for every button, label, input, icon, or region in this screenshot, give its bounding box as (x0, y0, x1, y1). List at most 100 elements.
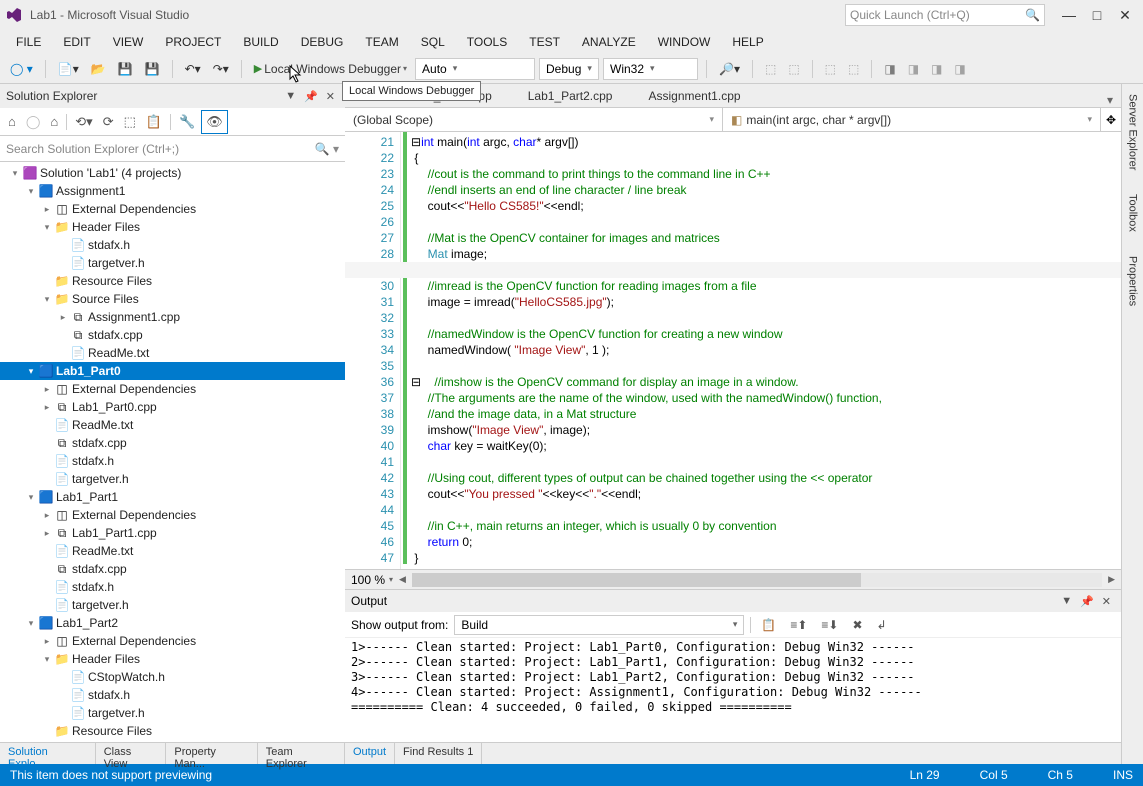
new-project-button[interactable]: 📄▾ (54, 60, 83, 78)
tree-item[interactable]: ▾📁Header Files (0, 218, 345, 236)
tree-root[interactable]: ▾🟪Solution 'Lab1' (4 projects) (0, 164, 345, 182)
tab-team-explorer[interactable]: Team Explorer (258, 743, 345, 764)
solution-search-input[interactable]: Search Solution Explorer (Ctrl+;) 🔍 ▾ (0, 136, 345, 162)
solution-tree[interactable]: ▾🟪Solution 'Lab1' (4 projects)▾🟦Assignme… (0, 162, 345, 764)
forward-icon[interactable]: ◯ (22, 111, 45, 133)
tab-overflow-icon[interactable]: ▾ (1099, 93, 1121, 107)
scroll-left-icon[interactable]: ◀ (399, 574, 406, 585)
tab-assignment1[interactable]: Assignment1.cpp (630, 85, 758, 107)
output-dropdown-icon[interactable]: ▼ (1057, 595, 1076, 607)
tree-item[interactable]: ▾📁Source Files (0, 290, 345, 308)
undo-button[interactable]: ↶▾ (181, 60, 205, 78)
save-button[interactable]: 💾 (114, 60, 137, 78)
scope-left[interactable]: (Global Scope)▾ (345, 108, 723, 131)
menu-edit[interactable]: EDIT (53, 32, 100, 52)
tree-item[interactable]: 📄ReadMe.txt (0, 416, 345, 434)
maximize-button[interactable]: □ (1083, 4, 1111, 26)
open-file-button[interactable]: 📂 (87, 60, 110, 78)
split-icon[interactable]: ✥ (1101, 108, 1121, 131)
tree-item[interactable]: ▸⧉Assignment1.cpp (0, 308, 345, 326)
tree-item[interactable]: 📄stdafx.h (0, 236, 345, 254)
tree-item[interactable]: ⧉stdafx.cpp (0, 560, 345, 578)
find-message-button[interactable]: 📋 (757, 618, 780, 632)
tree-item[interactable]: ▾🟦Assignment1 (0, 182, 345, 200)
tree-item[interactable]: ▸◫External Dependencies (0, 380, 345, 398)
tree-item[interactable]: ▾📁Header Files (0, 650, 345, 668)
combo-config[interactable]: Debug▾ (539, 58, 599, 80)
tree-item[interactable]: ▸⧉Lab1_Part1.cpp (0, 524, 345, 542)
start-debugging-button[interactable]: ▶ Local Windows Debugger ▾ (250, 60, 411, 78)
tab-toolbox[interactable]: Toolbox (1127, 190, 1139, 236)
refresh-icon[interactable]: ⟳ (99, 111, 118, 133)
scope-right[interactable]: ◧ main(int argc, char * argv[])▾ (723, 108, 1101, 131)
tab-class-view[interactable]: Class View (96, 743, 167, 764)
tree-item[interactable]: ⧉stdafx.cpp (0, 434, 345, 452)
properties-icon[interactable]: 🔧 (175, 111, 199, 133)
bookmark-next[interactable]: ◨ (927, 60, 946, 78)
sync-icon[interactable]: ⟲▾ (71, 111, 96, 133)
tree-item[interactable]: ▸◫External Dependencies (0, 200, 345, 218)
scroll-right-icon[interactable]: ▶ (1108, 574, 1115, 585)
minimize-button[interactable]: — (1055, 4, 1083, 26)
indent-button[interactable]: ⬚ (784, 60, 803, 78)
tree-item[interactable]: ▾🟦Lab1_Part0 (0, 362, 345, 380)
dropdown-icon[interactable]: ▼ (281, 90, 300, 102)
menu-test[interactable]: TEST (519, 32, 570, 52)
show-all-icon[interactable]: 📋 (142, 111, 166, 133)
browse-button[interactable]: 🔎▾ (715, 60, 744, 78)
tree-item[interactable]: 📄CStopWatch.h (0, 668, 345, 686)
menu-build[interactable]: BUILD (233, 32, 288, 52)
tree-item[interactable]: 📄targetver.h (0, 470, 345, 488)
tree-item[interactable]: ▸⧉Lab1_Part0.cpp (0, 398, 345, 416)
prev-message-button[interactable]: ≡⬆ (786, 618, 811, 632)
tab-lab1-part2[interactable]: Lab1_Part2.cpp (510, 85, 631, 107)
tab-solution-explorer[interactable]: Solution Explo... (0, 743, 96, 764)
tree-item[interactable]: 📄stdafx.h (0, 686, 345, 704)
bookmark-prev[interactable]: ◨ (904, 60, 923, 78)
output-source-combo[interactable]: Build▾ (454, 615, 744, 635)
clear-button[interactable]: ✖ (848, 618, 866, 632)
redo-button[interactable]: ↷▾ (209, 60, 233, 78)
menu-team[interactable]: TEAM (355, 32, 408, 52)
tree-item[interactable]: 📄ReadMe.txt (0, 344, 345, 362)
menu-file[interactable]: FILE (6, 32, 51, 52)
tab-property-manager[interactable]: Property Man... (166, 743, 257, 764)
menu-view[interactable]: VIEW (103, 32, 154, 52)
bookmark-toggle[interactable]: ◨ (880, 60, 899, 78)
menu-analyze[interactable]: ANALYZE (572, 32, 646, 52)
comment-button[interactable]: ⬚ (821, 60, 840, 78)
zoom-level[interactable]: 100 % (351, 573, 385, 587)
home-icon[interactable]: ⌂ (4, 111, 20, 132)
menu-debug[interactable]: DEBUG (291, 32, 354, 52)
preview-icon[interactable]: 👁 (201, 110, 228, 134)
tree-item[interactable]: 📄targetver.h (0, 596, 345, 614)
tab-output[interactable]: Output (345, 743, 395, 764)
tab-properties[interactable]: Properties (1127, 252, 1139, 310)
menu-help[interactable]: HELP (722, 32, 773, 52)
combo-auto[interactable]: Auto▾ (415, 58, 535, 80)
tree-item[interactable]: 📄targetver.h (0, 704, 345, 722)
menu-tools[interactable]: TOOLS (457, 32, 517, 52)
output-text[interactable]: 1>------ Clean started: Project: Lab1_Pa… (345, 638, 1121, 742)
tree-item[interactable]: 📁Resource Files (0, 722, 345, 740)
code-editor[interactable]: 2122232425262728293031323334353637383940… (345, 132, 1121, 569)
close-panel-icon[interactable]: ✕ (322, 90, 339, 103)
tree-item[interactable]: 📄stdafx.h (0, 578, 345, 596)
save-all-button[interactable]: 💾 (141, 60, 164, 78)
pin-icon[interactable]: 📌 (1076, 595, 1098, 608)
bookmark-clear[interactable]: ◨ (950, 60, 969, 78)
menu-project[interactable]: PROJECT (155, 32, 231, 52)
tree-item[interactable]: 📁Resource Files (0, 272, 345, 290)
tree-item[interactable]: ⧉stdafx.cpp (0, 326, 345, 344)
menu-window[interactable]: WINDOW (648, 32, 721, 52)
close-output-icon[interactable]: ✕ (1098, 595, 1115, 608)
tree-item[interactable]: ▾🟦Lab1_Part2 (0, 614, 345, 632)
word-wrap-button[interactable]: ↲ (873, 618, 891, 632)
tab-find-results[interactable]: Find Results 1 (395, 743, 482, 764)
close-button[interactable]: ✕ (1111, 4, 1139, 26)
tree-item[interactable]: 📄stdafx.h (0, 452, 345, 470)
pin-icon[interactable]: 📌 (300, 90, 322, 103)
combo-platform[interactable]: Win32▾ (603, 58, 698, 80)
tab-server-explorer[interactable]: Server Explorer (1127, 90, 1139, 174)
back-button[interactable]: ◯ ▾ (6, 60, 37, 78)
